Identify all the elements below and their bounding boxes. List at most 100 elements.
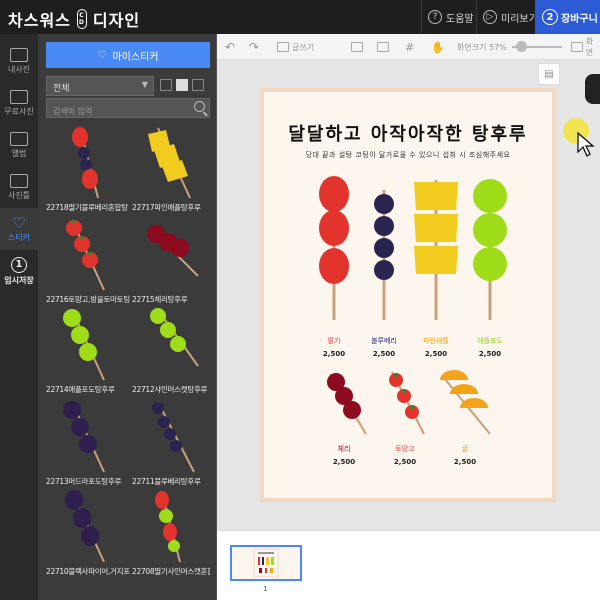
hand-icon[interactable]: ✋ <box>431 39 445 55</box>
sticker-item[interactable]: 22711블루베리탕후루 <box>132 398 210 493</box>
search-input[interactable] <box>47 102 187 121</box>
rail-item-frames[interactable]: 사진틀 <box>0 166 38 208</box>
sticker-panel: ♡ 마이스티커 전체 ▼ 검색어 입력 22718딸기블루베리혼합탕 22717… <box>38 34 216 600</box>
page-settings-icon[interactable]: ▤ <box>538 63 560 85</box>
crop-icon[interactable] <box>377 39 389 55</box>
sticker-item[interactable]: 22708딸기샤인머스캣혼합 <box>132 488 210 583</box>
help-label: 도움말 <box>446 13 474 25</box>
big-skewers-image[interactable] <box>306 170 526 330</box>
text-box-icon <box>277 42 289 52</box>
add-to-cart-button[interactable]: 2 장바구니 담 <box>535 0 600 34</box>
text-tool-button[interactable]: 글쓰기 <box>277 39 314 55</box>
strawberry-blueberry-skewer-image <box>72 127 99 199</box>
shine-muscat-skewer-image <box>150 308 199 367</box>
grid-view-icon[interactable] <box>176 79 188 91</box>
help-button[interactable]: ? 도움말 <box>421 0 480 34</box>
play-icon: ▷ <box>483 10 497 24</box>
rail-item-my-photos[interactable]: 내사진 <box>0 40 38 82</box>
my-sticker-button[interactable]: ♡ 마이스티커 <box>46 42 210 68</box>
step-number-badge: 2 <box>542 9 558 25</box>
sticker-item[interactable]: 22715체리탕후루 <box>132 216 210 311</box>
left-rail: 내사진 무료사진 앨범 사진틀 ♡ 스티커 1 임시저장 <box>0 34 38 600</box>
product-price: 2,500 <box>393 458 417 466</box>
preview-button[interactable]: ▷ 미리보기 <box>476 0 544 34</box>
brand-suffix: 디자인 <box>92 11 141 30</box>
product-name: 애플포도 <box>477 337 503 345</box>
my-sticker-label: 마이스티커 <box>112 51 159 63</box>
list-view-icon[interactable] <box>160 79 172 91</box>
product-label[interactable]: 파인애플 2,500 <box>405 336 467 358</box>
heart-icon: ♡ <box>12 213 26 232</box>
rail-item-label: 임시저장 <box>4 275 34 285</box>
brand-prefix: 차스워스 <box>8 11 71 30</box>
page-thumbnail[interactable] <box>230 545 302 581</box>
cherry-tomato-skewer-image <box>66 219 105 291</box>
product-label[interactable]: 귤 2,500 <box>434 444 496 466</box>
sticker-label: 22710블랙사파이어,거지포 <box>46 567 130 576</box>
product-label[interactable]: 애플포도 2,500 <box>459 336 521 358</box>
canvas-workspace: ▤ 달달하고 아작아작한 탕후루 당대 끝과 설탕 코팅이 달가로울 수 있으니… <box>217 60 600 530</box>
sticker-item[interactable]: 22710블랙사파이어,거지포 <box>46 488 130 583</box>
redo-icon[interactable]: ↷ <box>249 39 259 55</box>
cherry-skewer-image <box>147 225 199 277</box>
sticker-label: 22713머드라포도탕후루 <box>46 477 122 486</box>
sticker-label: 22711블루베리탕후루 <box>132 477 201 486</box>
view-toggle <box>160 79 204 91</box>
product-label[interactable]: 체리 2,500 <box>313 444 375 466</box>
sticker-item[interactable]: 22714애플포도탕후루 <box>46 306 128 401</box>
fit-screen-label: 화면 <box>585 37 594 57</box>
free-photo-icon <box>10 89 28 104</box>
camera-icon <box>10 47 28 62</box>
rail-item-label: 내사진 <box>7 64 31 74</box>
product-price: 2,500 <box>332 458 356 466</box>
blueberry-skewer-image <box>152 401 195 473</box>
mouse-cursor-icon <box>577 132 595 157</box>
poster-subtitle[interactable]: 당대 끝과 설탕 코팅이 달가로울 수 있으니 섭취 시 조심해주세요 <box>264 150 552 160</box>
zoom-slider-handle[interactable] <box>516 41 527 52</box>
rail-item-album[interactable]: 앨범 <box>0 124 38 166</box>
rail-item-label: 사진틀 <box>7 190 31 200</box>
product-price: 2,500 <box>478 350 502 358</box>
rail-item-temp-save[interactable]: 1 임시저장 <box>0 250 38 292</box>
purple-grape-skewer-image <box>63 401 105 473</box>
sticker-item[interactable]: 22718딸기블루베리혼합탕 <box>46 124 128 219</box>
sticker-label: 22715체리탕후루 <box>132 295 188 304</box>
sticker-label: 22708딸기샤인머스캣혼합 <box>132 567 210 576</box>
fit-screen-icon <box>571 42 583 52</box>
category-select[interactable]: 전체 ▼ <box>46 76 154 96</box>
align-icon[interactable] <box>351 39 363 55</box>
rail-item-label: 앨범 <box>11 148 27 158</box>
poster-title[interactable]: 달달하고 아작아작한 탕후루 <box>264 120 552 146</box>
sticker-item[interactable]: 22716토망고,방울토마토팅 <box>46 216 130 311</box>
fit-screen-button[interactable]: 화면 <box>571 37 600 57</box>
search-box <box>46 98 210 121</box>
grid-icon[interactable]: # <box>405 39 414 55</box>
zoom-label: 화면크기 57% <box>457 42 507 52</box>
sticker-label: 22718딸기블루베리혼합탕 <box>46 203 128 212</box>
search-icon[interactable] <box>194 101 205 112</box>
temp-save-icon: 1 <box>11 256 27 273</box>
editor-app: 차스워스 C D 디자인 ? 도움말 ▷ 미리보기 2 장바구니 담 내사진 무… <box>0 0 600 600</box>
side-panel-handle[interactable] <box>585 74 600 104</box>
product-label[interactable]: 토망고 2,500 <box>374 444 436 466</box>
detail-view-icon[interactable] <box>192 79 204 91</box>
pineapple-skewer-image <box>148 127 191 199</box>
product-name: 파인애플 <box>423 337 449 345</box>
crop-box-icon <box>377 42 389 52</box>
sticker-item[interactable]: 22717파인애플탕후루 <box>132 124 210 219</box>
sticker-item[interactable]: 22713머드라포도탕후루 <box>46 398 128 493</box>
green-grape-skewer-image <box>63 309 105 381</box>
sticker-item[interactable]: 22712샤인머스캣탕후루 <box>132 306 210 401</box>
poster-page[interactable]: 달달하고 아작아작한 탕후루 당대 끝과 설탕 코팅이 달가로울 수 있으니 섭… <box>260 88 556 502</box>
rail-item-label: 무료사진 <box>4 106 34 116</box>
brand-logo[interactable]: 차스워스 C D 디자인 <box>8 7 140 31</box>
page-thumbnail-preview <box>253 548 279 578</box>
undo-icon[interactable]: ↶ <box>225 39 235 55</box>
rail-item-stickers[interactable]: ♡ 스티커 <box>0 208 38 250</box>
product-price: 2,500 <box>424 350 448 358</box>
cart-label: 장바구니 담 <box>561 13 600 25</box>
rail-item-free-photos[interactable]: 무료사진 <box>0 82 38 124</box>
sticker-label: 22716토망고,방울토마토팅 <box>46 295 130 304</box>
small-skewers-image[interactable] <box>320 368 500 438</box>
sticker-label: 22717파인애플탕후루 <box>132 203 201 212</box>
